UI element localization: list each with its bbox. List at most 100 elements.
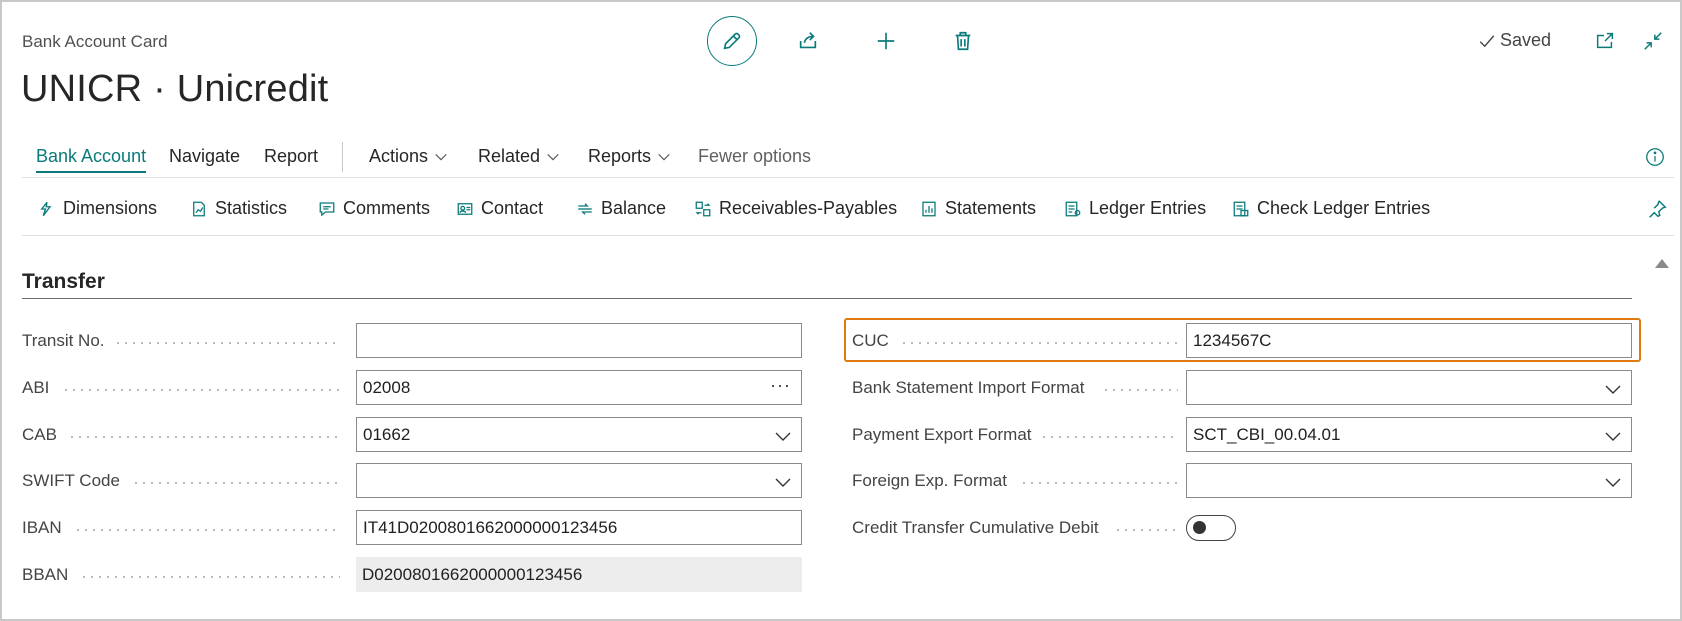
menu-separator: [342, 142, 343, 172]
menu-reports-label: Reports: [588, 146, 652, 166]
action-ledger-entries[interactable]: Ledger Entries: [1064, 198, 1206, 219]
open-new-window-button[interactable]: [1594, 30, 1616, 52]
action-statements[interactable]: Statements: [920, 198, 1036, 219]
leader-dots: [1102, 389, 1178, 391]
action-contact[interactable]: Contact: [456, 198, 543, 219]
credit-transfer-cumulative-debit-label: Credit Transfer Cumulative Debit: [852, 518, 1099, 537]
leader-dots: [1040, 436, 1178, 438]
comments-icon: [319, 201, 335, 216]
cab-label: CAB: [22, 425, 57, 444]
share-icon: [799, 32, 817, 49]
leader-dots: [900, 342, 1178, 344]
leader-dots: [62, 389, 340, 391]
transit-no-input[interactable]: [356, 323, 802, 358]
chevron-down-icon: [547, 153, 559, 160]
action-statements-label: Statements: [945, 198, 1037, 218]
action-receivables-payables-label: Receivables-Payables: [719, 198, 898, 218]
abi-label: ABI: [22, 378, 50, 397]
section-title: Transfer: [22, 270, 105, 293]
field-cuc: CUC: [852, 323, 889, 359]
payment-export-format-label: Payment Export Format: [852, 425, 1032, 444]
bank-statement-import-format-label: Bank Statement Import Format: [852, 378, 1085, 397]
field-transit-no: Transit No.: [22, 323, 105, 359]
action-contact-label: Contact: [481, 198, 544, 218]
menu-report[interactable]: Report: [264, 146, 318, 167]
abi-input[interactable]: 02008 ···: [356, 370, 802, 405]
scroll-up-arrow-icon[interactable]: [1654, 256, 1670, 270]
fewer-options-label: Fewer options: [698, 146, 812, 166]
delete-button[interactable]: [938, 16, 988, 66]
field-cab: CAB: [22, 417, 57, 453]
action-dimensions[interactable]: Dimensions: [38, 198, 157, 219]
foreign-exp-format-label: Foreign Exp. Format: [852, 471, 1007, 490]
contact-icon: [457, 202, 473, 215]
edit-button[interactable]: [707, 16, 757, 66]
field-bban: BBAN: [22, 557, 68, 593]
cab-value: 01662: [363, 424, 411, 444]
field-swift-code: SWIFT Code: [22, 463, 120, 499]
foreign-exp-format-select[interactable]: [1186, 463, 1632, 498]
credit-transfer-cumulative-debit-toggle[interactable]: [1186, 515, 1236, 541]
menu-navigate[interactable]: Navigate: [169, 146, 240, 167]
leader-dots: [68, 436, 340, 438]
menu-actions-label: Actions: [369, 146, 429, 166]
swift-code-select[interactable]: [356, 463, 802, 498]
action-balance[interactable]: Balance: [576, 198, 666, 219]
menu-actions[interactable]: Actions: [369, 146, 448, 167]
chevron-down-icon: [658, 153, 670, 160]
open-in-new-window-icon: [1596, 32, 1614, 49]
add-icon: [877, 32, 895, 50]
statements-icon: [922, 201, 936, 216]
bank-account-card-page: Bank Account Card UNICR · Unicredit Save…: [0, 0, 1682, 621]
leader-dots: [114, 342, 340, 344]
fewer-options-button[interactable]: Fewer options: [698, 146, 811, 167]
saved-status: Saved: [1478, 30, 1551, 51]
swift-code-label: SWIFT Code: [22, 471, 120, 490]
action-receivables-payables[interactable]: Receivables-Payables: [694, 198, 897, 219]
field-foreign-exp-format: Foreign Exp. Format: [852, 463, 1007, 499]
bank-statement-import-format-select[interactable]: [1186, 370, 1632, 405]
check-ledger-entries-icon: [1233, 201, 1249, 216]
action-statistics[interactable]: Statistics: [190, 198, 287, 219]
field-iban: IBAN: [22, 510, 62, 546]
menu-bank-account[interactable]: Bank Account: [36, 146, 147, 173]
toggle-knob: [1193, 521, 1206, 534]
new-button[interactable]: [861, 16, 911, 66]
action-check-ledger-entries[interactable]: Check Ledger Entries: [1232, 198, 1430, 219]
pin-icon[interactable]: [1646, 198, 1668, 220]
iban-input[interactable]: IT41D0200801662000000123456: [356, 510, 802, 545]
abi-value: 02008: [363, 377, 411, 397]
field-payment-export-format: Payment Export Format: [852, 417, 1032, 453]
chevron-down-icon: [435, 153, 447, 160]
action-comments[interactable]: Comments: [318, 198, 430, 219]
cuc-label: CUC: [852, 331, 889, 350]
lookup-ellipsis-icon[interactable]: ···: [770, 375, 791, 396]
chevron-down-icon: [1605, 432, 1621, 441]
menu-report-label: Report: [264, 146, 319, 166]
menu-related-label: Related: [478, 146, 541, 166]
checkmark-icon: [1479, 34, 1495, 47]
leader-dots: [74, 529, 340, 531]
active-underline: [36, 171, 147, 173]
share-button[interactable]: [783, 16, 833, 66]
leader-dots: [132, 482, 340, 484]
bban-readonly-value: D0200801662000000123456: [356, 557, 802, 592]
menu-related[interactable]: Related: [478, 146, 560, 167]
chevron-down-icon: [1605, 478, 1621, 487]
action-dimensions-label: Dimensions: [63, 198, 158, 218]
chevron-down-icon: [775, 478, 791, 487]
leader-dots: [1114, 529, 1178, 531]
info-icon[interactable]: [1644, 146, 1666, 168]
bban-label: BBAN: [22, 565, 69, 584]
menu-reports[interactable]: Reports: [588, 146, 671, 167]
chevron-down-icon: [1605, 385, 1621, 394]
menu-navigate-label: Navigate: [169, 146, 241, 166]
collapse-button[interactable]: [1642, 30, 1664, 52]
payment-export-format-select[interactable]: SCT_CBI_00.04.01: [1186, 417, 1632, 452]
page-title: UNICR · Unicredit: [21, 68, 329, 110]
dimensions-icon: [40, 201, 52, 216]
cab-select[interactable]: 01662: [356, 417, 802, 452]
saved-label: Saved: [1500, 30, 1552, 50]
cuc-input[interactable]: 1234567C: [1186, 323, 1632, 358]
statistics-icon: [193, 201, 205, 216]
